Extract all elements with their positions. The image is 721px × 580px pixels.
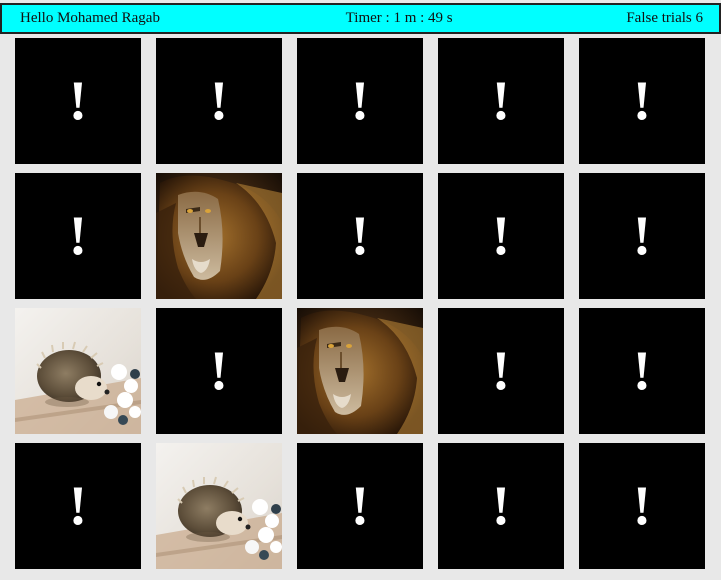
game-info-bar: Hello Mohamed Ragab Timer : 1 m : 49 s F… (0, 3, 721, 34)
memory-board: !!!!!! !!! ! ! ! ! ! ! ! (15, 38, 705, 569)
card-back-exclamation: ! (68, 475, 88, 537)
card-back-exclamation: ! (632, 70, 652, 132)
memory-card-hidden[interactable]: ! (297, 38, 423, 164)
memory-card-hidden[interactable]: ! (156, 38, 282, 164)
memory-card-hidden[interactable]: ! (579, 38, 705, 164)
memory-card-hidden[interactable]: ! (297, 173, 423, 299)
card-back-exclamation: ! (68, 205, 88, 267)
card-back-exclamation: ! (632, 340, 652, 402)
card-back-exclamation: ! (68, 70, 88, 132)
card-back-exclamation: ! (491, 340, 511, 402)
card-back-exclamation: ! (491, 205, 511, 267)
game-timer: Timer : 1 m : 49 s (345, 10, 453, 26)
memory-card-hidden[interactable]: ! (579, 173, 705, 299)
memory-card-hidden[interactable]: ! (438, 308, 564, 434)
false-trials-counter: False trials 6 (626, 10, 703, 26)
memory-card-hedgehog[interactable] (15, 308, 141, 434)
card-back-exclamation: ! (491, 70, 511, 132)
memory-card-hidden[interactable]: ! (438, 38, 564, 164)
memory-card-hidden[interactable]: ! (438, 173, 564, 299)
memory-card-hidden[interactable]: ! (15, 38, 141, 164)
card-back-exclamation: ! (350, 475, 370, 537)
player-greeting: Hello Mohamed Ragab (20, 10, 160, 26)
memory-card-hidden[interactable]: ! (156, 308, 282, 434)
memory-card-hidden[interactable]: ! (15, 173, 141, 299)
memory-card-hedgehog[interactable] (156, 443, 282, 569)
card-back-exclamation: ! (350, 205, 370, 267)
card-back-exclamation: ! (350, 70, 370, 132)
card-back-exclamation: ! (491, 475, 511, 537)
memory-card-hidden[interactable]: ! (579, 308, 705, 434)
memory-card-hidden[interactable]: ! (15, 443, 141, 569)
memory-card-lion[interactable] (297, 308, 423, 434)
card-back-exclamation: ! (209, 340, 229, 402)
card-back-exclamation: ! (632, 475, 652, 537)
memory-card-lion[interactable] (156, 173, 282, 299)
memory-card-hidden[interactable]: ! (438, 443, 564, 569)
card-back-exclamation: ! (632, 205, 652, 267)
card-back-exclamation: ! (209, 70, 229, 132)
memory-card-hidden[interactable]: ! (579, 443, 705, 569)
memory-card-hidden[interactable]: ! (297, 443, 423, 569)
